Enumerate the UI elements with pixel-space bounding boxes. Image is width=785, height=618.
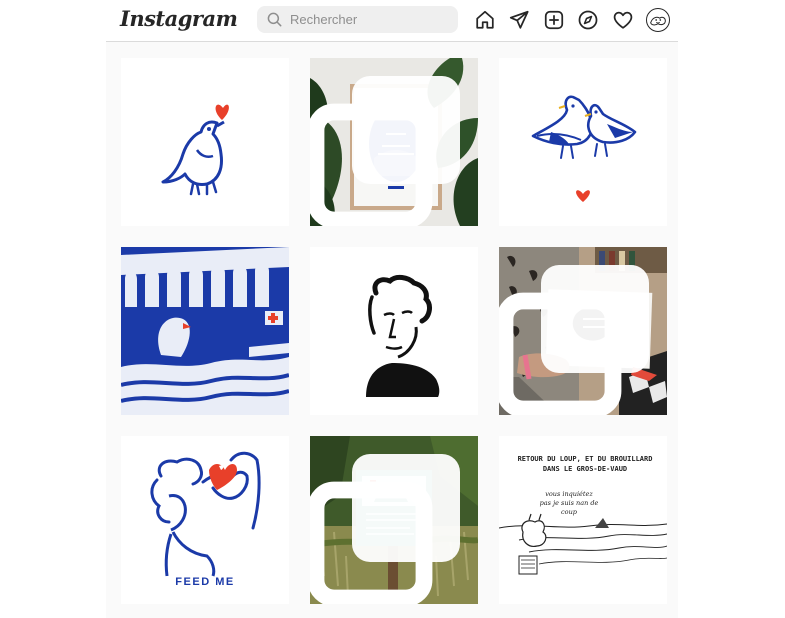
new-post-icon[interactable] [543,9,565,31]
sketch-title: RETOUR DU LOUP, ET DU BROUILLARD DANS LE… [517,455,653,473]
bridge-swan-print [121,247,289,415]
face-portrait-ink [310,247,478,415]
sketch-quote: vous inquiétez pas je suis nan de coup [539,490,599,516]
home-icon[interactable] [474,9,496,31]
direct-messages-icon[interactable] [508,9,530,31]
top-navigation-bar: Instagram [106,0,678,42]
post-tile[interactable] [310,436,478,604]
activity-heart-icon[interactable] [612,9,634,31]
profile-avatar[interactable] [646,8,670,32]
post-tile[interactable] [499,58,667,226]
post-tile[interactable]: RETOUR DU LOUP, ET DU BROUILLARD DANS LE… [499,436,667,604]
explore-icon[interactable] [577,9,599,31]
search-box[interactable] [257,6,458,33]
carousel-icon [310,454,460,604]
post-tile[interactable] [121,247,289,415]
post-tile[interactable]: FEED ME [121,436,289,604]
post-tile[interactable] [121,58,289,226]
instagram-app: Instagram Rechercher FEED ME RETOUR DU L… [106,0,678,618]
instagram-logo[interactable]: Instagram [120,6,238,31]
search-icon [267,12,282,27]
post-tile[interactable] [499,247,667,415]
post-tile[interactable] [310,247,478,415]
post-tile[interactable] [310,58,478,226]
two-gulls-illustration [499,58,667,226]
search-input[interactable] [290,6,450,33]
bird-heart-illustration [121,58,289,226]
carousel-icon [310,76,460,226]
carousel-icon [499,265,649,415]
feed-me-caption: FEED ME [175,576,235,588]
